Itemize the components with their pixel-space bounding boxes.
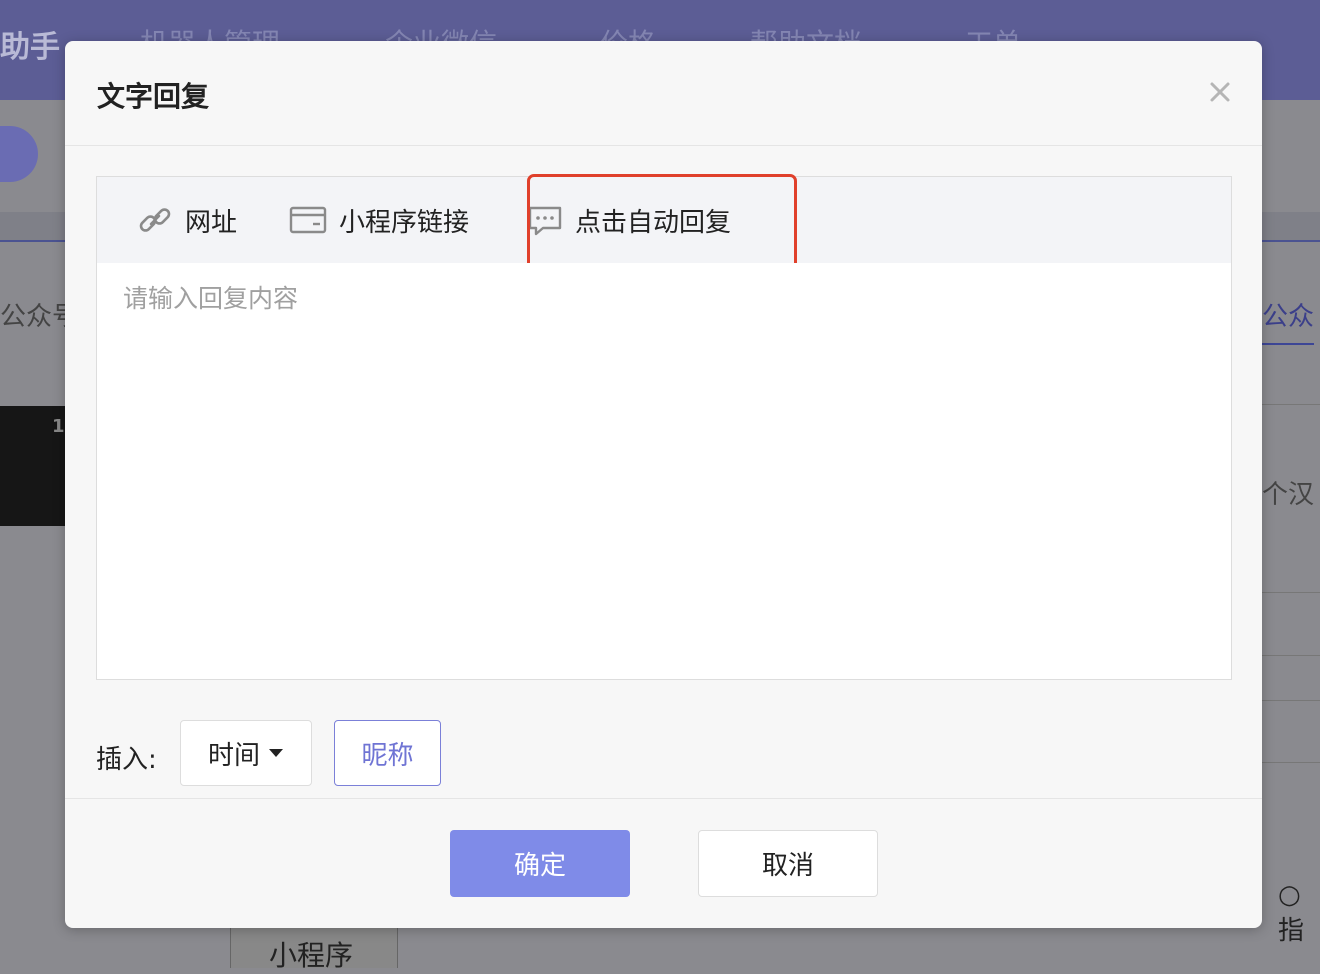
insert-link-button[interactable]: 网址	[137, 177, 237, 263]
background-divider	[1262, 655, 1320, 656]
background-divider	[1262, 592, 1320, 593]
insert-miniprogram-button[interactable]: 小程序链接	[289, 177, 469, 263]
insert-miniprogram-label: 小程序链接	[339, 207, 470, 238]
dialog-header: 文字回复	[65, 41, 1262, 146]
text-reply-dialog: 文字回复 网址 小程序链接 点击自动回复 请输入回复内容 插入: 时间 昵称 确…	[65, 41, 1262, 928]
editor-toolbar: 网址 小程序链接 点击自动回复	[97, 174, 1231, 270]
background-radio-option[interactable]: ○指	[1278, 880, 1320, 947]
brand-text: 助手	[0, 30, 60, 65]
time-select[interactable]: 时间	[180, 720, 312, 786]
background-dark-thumbnail: 1	[0, 406, 66, 526]
bottom-tab-label: 小程序	[269, 939, 354, 972]
confirm-button[interactable]: 确定	[450, 830, 630, 897]
close-icon[interactable]	[1205, 77, 1235, 107]
time-select-value: 时间	[207, 740, 260, 771]
background-divider	[1262, 762, 1320, 763]
background-bottom-tab[interactable]: 小程序	[230, 928, 398, 972]
link-icon	[139, 208, 171, 232]
insert-nickname-button[interactable]: 昵称	[334, 720, 441, 786]
background-pill-button[interactable]	[0, 126, 38, 182]
footer-divider	[65, 798, 1262, 799]
cancel-button[interactable]: 取消	[698, 830, 878, 897]
chat-bubble-icon	[528, 206, 562, 236]
reply-content-input[interactable]	[97, 263, 1231, 677]
insert-auto-reply-label: 点击自动回复	[575, 207, 732, 238]
insert-auto-reply-button[interactable]: 点击自动回复	[527, 177, 731, 263]
dialog-title: 文字回复	[97, 80, 210, 113]
background-right-text: 个汉	[1262, 480, 1315, 510]
background-divider	[1262, 700, 1320, 701]
insert-label: 插入:	[96, 745, 157, 775]
background-divider	[1262, 404, 1320, 405]
thumbnail-label: 1	[52, 416, 65, 437]
caret-down-icon	[269, 749, 283, 757]
reply-editor: 网址 小程序链接 点击自动回复 请输入回复内容	[96, 174, 1232, 680]
insert-link-label: 网址	[185, 207, 238, 238]
background-right-tab[interactable]: 公众	[1262, 296, 1315, 345]
card-icon	[289, 206, 327, 234]
